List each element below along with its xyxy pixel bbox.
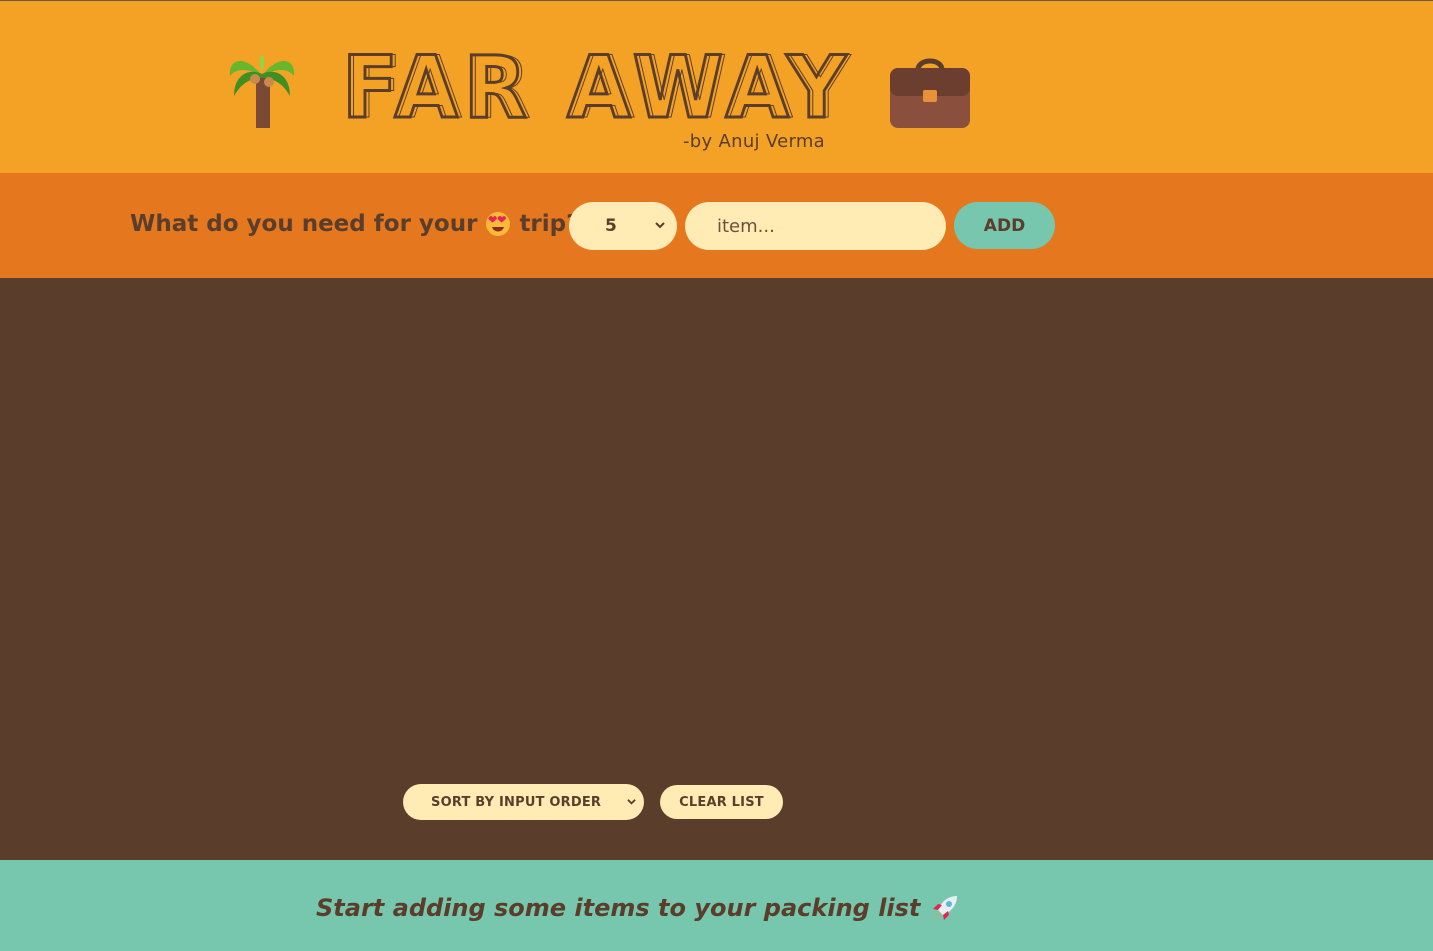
item-input[interactable] xyxy=(685,202,946,250)
footer-message: Start adding some items to your packing … xyxy=(316,893,960,923)
add-button[interactable]: ADD xyxy=(954,202,1055,249)
app-title: FAR AWAY FAR AWAY xyxy=(341,46,856,122)
chevron-down-icon xyxy=(627,799,636,805)
byline: -by Anuj Verma xyxy=(683,131,825,152)
quantity-select[interactable]: 5 xyxy=(569,202,677,250)
quantity-value: 5 xyxy=(605,216,617,236)
rocket-icon xyxy=(933,896,958,920)
svg-text:FAR AWAY: FAR AWAY xyxy=(346,46,856,122)
briefcase-icon xyxy=(890,58,970,128)
footer-message-text: Start adding some items to your packing … xyxy=(316,894,921,922)
heart-eyes-emoji-icon xyxy=(486,212,511,236)
question-prefix: What do you need for your xyxy=(130,211,478,237)
form-question: What do you need for your trip? xyxy=(130,211,579,237)
clear-list-button[interactable]: CLEAR LIST xyxy=(660,785,783,819)
packing-list xyxy=(0,278,1433,860)
sort-value: SORT BY INPUT ORDER xyxy=(431,794,602,810)
palm-tree-icon xyxy=(229,55,295,128)
sort-select[interactable]: SORT BY INPUT ORDER xyxy=(403,784,644,820)
chevron-down-icon xyxy=(655,222,665,229)
